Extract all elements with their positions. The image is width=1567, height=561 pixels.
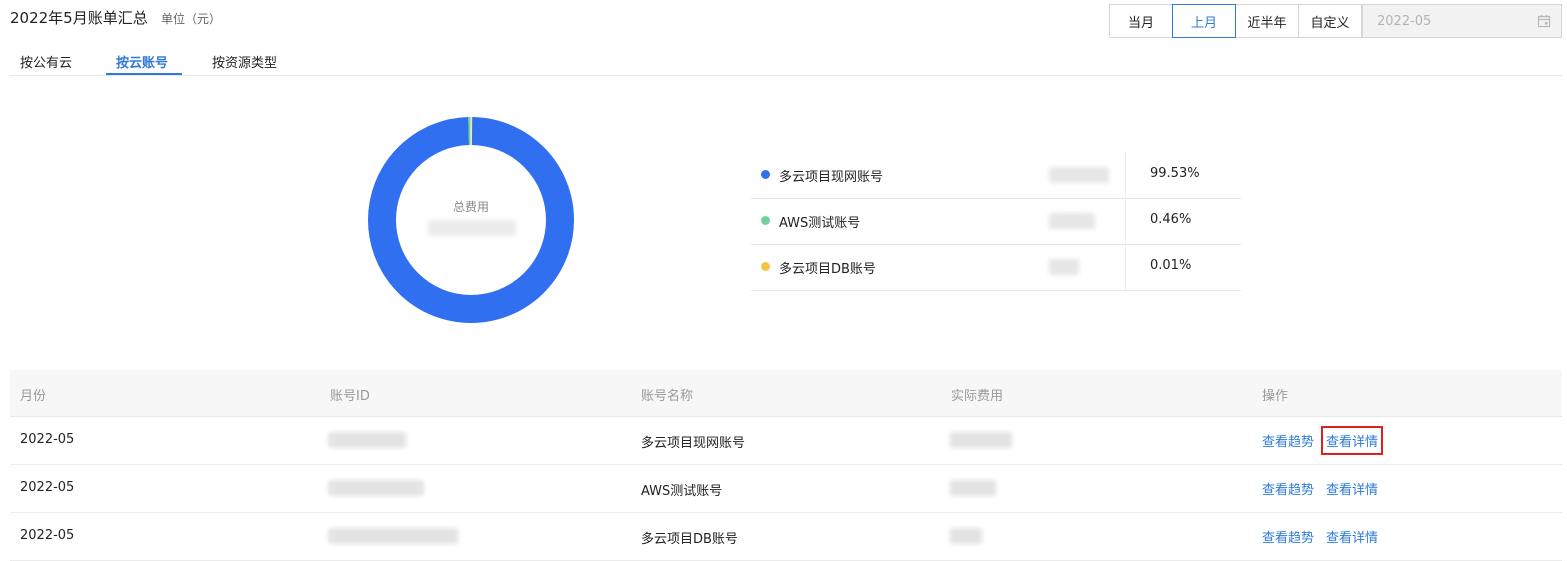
table-row: 2022-05 多云项目DB账号 查看趋势 查看详情 bbox=[10, 513, 1562, 561]
donut-total-value-redacted bbox=[428, 220, 516, 236]
cell-account-name: AWS测试账号 bbox=[641, 484, 723, 499]
period-custom-button[interactable]: 自定义 bbox=[1298, 4, 1362, 38]
calendar-icon bbox=[1537, 15, 1551, 28]
column-header-account-name: 账号名称 bbox=[641, 389, 694, 404]
cell-account-id-redacted bbox=[328, 528, 458, 544]
tab-cloud-account[interactable]: 按云账号 bbox=[116, 52, 168, 71]
legend-dot bbox=[761, 170, 770, 179]
legend-name: AWS测试账号 bbox=[779, 216, 861, 231]
legend-dot bbox=[761, 262, 770, 271]
view-trend-link[interactable]: 查看趋势 bbox=[1262, 527, 1314, 546]
tab-public-cloud[interactable]: 按公有云 bbox=[20, 52, 72, 71]
cell-account-name: 多云项目DB账号 bbox=[641, 532, 738, 547]
table-row: 2022-05 多云项目现网账号 查看趋势 查看详情 bbox=[10, 417, 1562, 465]
cell-account-name: 多云项目现网账号 bbox=[641, 436, 746, 451]
date-value: 2022-05 bbox=[1377, 13, 1432, 29]
legend-divider bbox=[1125, 198, 1126, 244]
column-header-actual-cost: 实际费用 bbox=[951, 389, 1004, 404]
legend-percent: 0.01% bbox=[1150, 258, 1192, 273]
legend-percent: 99.53% bbox=[1150, 166, 1200, 181]
legend-name: 多云项目DB账号 bbox=[779, 262, 876, 277]
date-picker-input[interactable]: 2022-05 bbox=[1362, 4, 1562, 38]
legend-row: 多云项目DB账号 0.01% bbox=[751, 244, 1241, 291]
legend-dot bbox=[761, 216, 770, 225]
unit-label: 单位（元） bbox=[161, 12, 222, 26]
page-title: 2022年5月账单汇总 bbox=[10, 9, 148, 27]
table-header: 月份 账号ID 账号名称 实际费用 操作 bbox=[10, 370, 1562, 417]
legend-amount-redacted bbox=[1049, 259, 1079, 275]
legend-row: 多云项目现网账号 99.53% bbox=[751, 152, 1241, 199]
cell-cost-redacted bbox=[950, 480, 996, 496]
column-header-account-id: 账号ID bbox=[330, 389, 370, 404]
view-trend-link[interactable]: 查看趋势 bbox=[1262, 431, 1314, 450]
legend-row: AWS测试账号 0.46% bbox=[751, 198, 1241, 245]
legend-divider bbox=[1125, 152, 1126, 198]
cell-cost-redacted bbox=[950, 528, 982, 544]
legend-divider bbox=[1125, 244, 1126, 290]
table-row: 2022-05 AWS测试账号 查看趋势 查看详情 bbox=[10, 465, 1562, 513]
cell-month: 2022-05 bbox=[20, 528, 75, 543]
legend-amount-redacted bbox=[1049, 213, 1095, 229]
cell-month: 2022-05 bbox=[20, 480, 75, 495]
tabs-divider bbox=[10, 75, 1562, 76]
donut-center-label: 总费用 bbox=[452, 200, 489, 214]
legend-name: 多云项目现网账号 bbox=[779, 170, 884, 185]
view-detail-link[interactable]: 查看详情 bbox=[1326, 479, 1378, 498]
cell-account-id-redacted bbox=[328, 432, 406, 448]
legend-percent: 0.46% bbox=[1150, 212, 1192, 227]
column-header-month: 月份 bbox=[20, 389, 47, 404]
view-detail-link[interactable]: 查看详情 bbox=[1320, 426, 1384, 455]
period-half-year-button[interactable]: 近半年 bbox=[1235, 4, 1299, 38]
period-current-month-button[interactable]: 当月 bbox=[1109, 4, 1173, 38]
cell-account-id-redacted bbox=[328, 480, 424, 496]
view-detail-link[interactable]: 查看详情 bbox=[1326, 527, 1378, 546]
period-last-month-button[interactable]: 上月 bbox=[1172, 4, 1236, 38]
view-trend-link[interactable]: 查看趋势 bbox=[1262, 479, 1314, 498]
cell-month: 2022-05 bbox=[20, 432, 75, 447]
legend-amount-redacted bbox=[1049, 167, 1109, 183]
cell-cost-redacted bbox=[950, 432, 1012, 448]
column-header-actions: 操作 bbox=[1262, 389, 1289, 404]
tab-resource-type[interactable]: 按资源类型 bbox=[212, 52, 277, 71]
